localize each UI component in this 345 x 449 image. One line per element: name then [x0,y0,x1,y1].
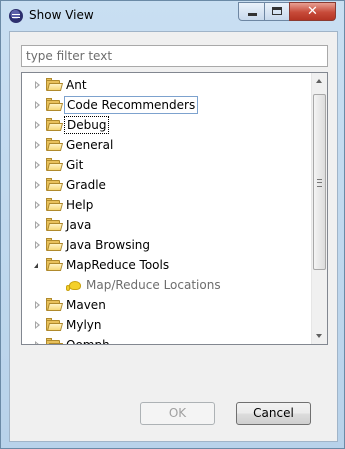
tree-item-label: Java Browsing [66,238,151,252]
tree-folder-item[interactable]: MapReduce Tools [22,255,312,275]
collapsed-arrow-icon[interactable] [35,201,40,209]
tree-folder-item[interactable]: Java Browsing [22,235,312,255]
tree-item-label: Debug [64,116,110,134]
folder-icon [46,338,64,344]
tree-folder-item[interactable]: Git [22,155,312,175]
tree-item-label: Ant [66,78,87,92]
collapsed-arrow-icon[interactable] [35,301,40,309]
folder-icon [46,298,64,311]
tree-folder-item[interactable]: Mylyn [22,315,312,335]
collapsed-arrow-icon[interactable] [35,121,40,129]
tree-folder-item[interactable]: Oomph [22,335,312,345]
minimize-button[interactable] [238,2,265,21]
folder-icon [46,118,64,131]
tree-item-label: Git [66,158,84,172]
maximize-icon [272,7,282,15]
folder-icon [46,238,64,251]
close-icon: ✕ [307,4,318,19]
tree-folder-item[interactable]: Help [22,195,312,215]
tree-folder-item[interactable]: Java [22,215,312,235]
collapsed-arrow-icon[interactable] [35,161,40,169]
folder-icon [46,98,64,111]
dialog-body: Ant Code Recommenders Debug General Git Gradl… [9,31,338,442]
scroll-up-arrow-icon[interactable] [312,73,327,89]
show-view-dialog: Show View ✕ Ant Code Recommenders Debug Gen… [0,0,345,449]
folder-icon [46,178,64,191]
folder-icon [46,158,64,171]
tree-folder-item[interactable]: Code Recommenders [22,95,312,115]
collapsed-arrow-icon[interactable] [35,341,40,344]
folder-icon [46,218,64,231]
hadoop-elephant-icon [66,278,82,292]
tree-item-label: General [66,138,114,152]
grip-icon [317,179,322,187]
tree-item-label: Help [66,198,94,212]
filter-input[interactable] [21,45,328,67]
vertical-scrollbar[interactable] [311,73,327,344]
tree-folder-item[interactable]: Gradle [22,175,312,195]
collapsed-arrow-icon[interactable] [35,101,40,109]
tree-item-label: Oomph [66,338,110,345]
folder-icon [46,198,64,211]
collapsed-arrow-icon[interactable] [35,321,40,329]
tree-item-label: MapReduce Tools [66,258,170,272]
collapsed-arrow-icon[interactable] [35,241,40,249]
tree-item-label: Gradle [66,178,106,192]
folder-icon [46,318,64,331]
tree-item-label: Java [66,218,92,232]
tree-folder-item[interactable]: General [22,135,312,155]
scroll-down-arrow-icon[interactable] [312,328,327,344]
cancel-button[interactable]: Cancel [236,402,311,425]
collapsed-arrow-icon[interactable] [35,181,40,189]
tree-leaf-item[interactable]: Map/Reduce Locations [22,275,312,295]
tree-item-label: Mylyn [66,318,102,332]
folder-icon [46,138,64,151]
expanded-arrow-icon[interactable] [34,263,38,268]
scrollbar-thumb[interactable] [313,94,326,270]
tree-item-label: Maven [66,298,106,312]
title-bar[interactable]: Show View ✕ [1,1,344,31]
minimize-icon [248,13,257,16]
maximize-button[interactable] [264,2,290,21]
collapsed-arrow-icon[interactable] [35,221,40,229]
tree-folder-item[interactable]: Maven [22,295,312,315]
folder-icon [46,78,64,91]
tree-folder-item[interactable]: Debug [22,115,312,135]
tree-item-label: Code Recommenders [64,96,199,114]
view-tree[interactable]: Ant Code Recommenders Debug General Git Gradl… [21,72,328,345]
folder-icon [46,258,64,271]
tree-folder-item[interactable]: Ant [22,75,312,95]
close-button[interactable]: ✕ [289,2,336,21]
eclipse-icon [9,9,23,23]
tree-item-label: Map/Reduce Locations [86,278,221,292]
ok-button[interactable]: OK [140,402,215,425]
window-title: Show View [29,8,94,22]
collapsed-arrow-icon[interactable] [35,141,40,149]
collapsed-arrow-icon[interactable] [35,81,40,89]
